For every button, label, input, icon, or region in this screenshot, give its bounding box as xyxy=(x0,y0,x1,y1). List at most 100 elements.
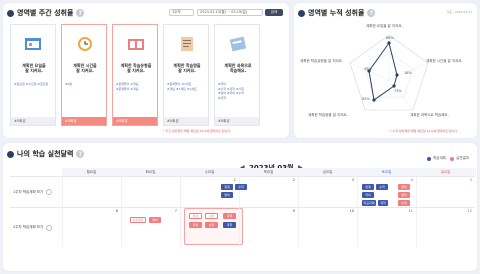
plan-chip[interactable]: 국어 xyxy=(362,192,374,198)
result-chip[interactable]: 실천결과 xyxy=(130,217,146,223)
card-foot: #0회성 xyxy=(164,117,208,125)
result-chip[interactable]: 영어 xyxy=(398,192,410,198)
radar-label: 계획한 과목으로 학습해요. xyxy=(410,113,449,117)
date-range-field[interactable]: 2023.03.13(월) ~ 03.19(일) xyxy=(197,9,263,16)
plan-chip[interactable]: 영어 xyxy=(221,192,233,198)
card-foot: #0회성 xyxy=(113,117,157,125)
selected-day-box[interactable]: 정계 수학 과학 학계 수학 과학 영어 xyxy=(184,208,243,245)
radar-point xyxy=(395,73,399,77)
title-dot-icon xyxy=(7,9,14,17)
date-number: 1 xyxy=(233,178,236,182)
result-chip[interactable]: 수학 xyxy=(398,200,410,206)
plan-chip[interactable]: 정계 xyxy=(221,184,233,190)
radar-value: 18% xyxy=(404,71,412,75)
week-select[interactable]: 3주차 xyxy=(169,9,194,16)
card-type[interactable]: 계획한 학습유형을 잘 지켜요. #문제풀이 #개념 #문제풀이 #개념 #0회… xyxy=(112,24,158,126)
week-1-plan-link[interactable]: 1주차 학습계획 보기 xyxy=(10,176,62,207)
card-tags: #월요일 #수요일 #금요일 xyxy=(14,82,49,86)
search-button[interactable]: 검색 xyxy=(265,9,283,16)
cumulative-title-text: 영역별 누적 성취율 xyxy=(308,9,365,17)
day-header-sun: 일요일 xyxy=(440,170,451,174)
cumulative-panel: 영역별 누적 성취율 ? 기준 : 2023.03.17 계획한 요일을 잘 지… xyxy=(294,3,477,138)
date-number: 5 xyxy=(469,178,472,182)
calendar-title-text: 나의 학습 실천달력 xyxy=(17,150,74,158)
date-number: 4 xyxy=(410,178,413,182)
plan-chip[interactable]: 과학 xyxy=(223,222,236,228)
day-cell[interactable]: 4 정계 수학 영어 국어 영어 학교과제 과학 수학 xyxy=(357,176,416,207)
help-icon[interactable]: ? xyxy=(76,150,85,158)
radar-label: 계획한 요일을 잘 지켜요. xyxy=(366,24,403,28)
date-number: 9 xyxy=(292,209,295,213)
plan-chip[interactable]: 학교과제 xyxy=(362,200,376,206)
day-cell[interactable]: 10 xyxy=(298,207,357,247)
legend-plan-dot xyxy=(427,156,431,161)
card-tags: #문제풀이 #개념 #문제풀이 #개념 xyxy=(116,82,139,91)
radar-label: 계획한 시간을 잘 지켜요. xyxy=(426,59,463,63)
legend-plan: 학습계획 xyxy=(427,156,446,161)
plan-chip[interactable]: 수학 xyxy=(235,184,247,190)
calendar-title: 나의 학습 실천달력 ? xyxy=(7,149,85,159)
plan-chip[interactable]: 과학 xyxy=(378,200,388,206)
calendar-icon xyxy=(25,38,41,50)
legend-result-label: 실천결과 xyxy=(456,156,469,160)
toggle-icon[interactable] xyxy=(46,189,53,195)
result-chip[interactable]: 정계 xyxy=(189,213,202,219)
radar-point xyxy=(372,98,376,102)
help-icon[interactable]: ? xyxy=(76,9,85,17)
card-foot: #0회성 xyxy=(11,117,55,125)
week-1-label: 1주차 학습계획 보기 xyxy=(13,189,44,194)
help-icon[interactable]: ? xyxy=(367,9,376,17)
radar-point xyxy=(387,41,391,45)
day-cell[interactable] xyxy=(62,176,121,207)
day-cell[interactable] xyxy=(121,176,180,207)
day-cell[interactable]: 7 실천결과 영어 xyxy=(121,207,180,247)
card-tags: #0분 xyxy=(65,82,73,86)
card-text: 계획한 시간을 잘 지켜요. xyxy=(73,63,97,73)
card-foot: #0회성 xyxy=(62,117,106,125)
radar-value: 73% xyxy=(394,89,402,93)
card-amount[interactable]: 계획한 학습량을 잘 지켜요. #문제풀이 #1세트 #개념 #1세트 #1세트… xyxy=(163,24,209,126)
card-text: 계획한 학습유형을 잘 지켜요. xyxy=(120,63,152,73)
day-cell[interactable]: 11 수학 xyxy=(357,207,416,247)
date-number: 7 xyxy=(174,209,177,213)
legend-plan-label: 학습계획 xyxy=(433,156,446,160)
card-day[interactable]: 계획한 요일을 잘 지켜요. #월요일 #수요일 #금요일 #0회성 xyxy=(10,24,56,126)
plan-chip[interactable]: 수학 xyxy=(376,184,388,190)
book-icon xyxy=(128,39,144,50)
day-cell[interactable]: 2 수학 xyxy=(239,176,298,207)
weekly-title: 영역별 주간 성취율 ? xyxy=(7,8,85,18)
result-chip[interactable]: 영어 xyxy=(149,217,161,223)
week-2-plan-link[interactable]: 2주차 학습계획 보기 xyxy=(10,207,62,247)
card-subject[interactable]: 계획한 과목으로 학습해요. #국어 #수학 #과학 #사회 #영어 #국어 #… xyxy=(214,24,260,126)
legend-result-dot xyxy=(450,156,454,161)
result-chip[interactable]: 학계 xyxy=(189,222,202,228)
result-chip[interactable]: 영어 xyxy=(398,184,410,190)
radar-label: 계획한 학습유형을 잘 지켜요. xyxy=(300,59,344,63)
card-text: 계획한 학습량을 잘 지켜요. xyxy=(173,63,201,73)
card-text: 계획한 과목으로 학습해요. xyxy=(224,63,252,73)
result-chip[interactable]: 수학 xyxy=(205,222,218,228)
day-cell[interactable]: 3 xyxy=(298,176,357,207)
day-header-tue: 화요일 xyxy=(145,170,156,174)
date-number: 2 xyxy=(292,178,295,182)
result-chip[interactable]: 수학 xyxy=(205,213,218,219)
date-number: 12 xyxy=(467,209,472,213)
card-foot: #0회성 xyxy=(215,117,259,125)
result-chip[interactable]: 과학 xyxy=(223,213,236,219)
radar-point xyxy=(392,84,396,88)
cumulative-title: 영역별 누적 성취율 ? xyxy=(298,8,376,18)
toggle-icon[interactable] xyxy=(46,224,53,231)
notebook-icon xyxy=(229,36,247,52)
day-header-fri: 금요일 xyxy=(322,170,333,174)
day-cell[interactable]: 9 xyxy=(239,207,298,247)
day-header-sat: 토요일 xyxy=(381,170,392,174)
day-cell[interactable]: 6 xyxy=(62,207,121,247)
plan-chip[interactable]: 정계 xyxy=(362,184,374,190)
date-range-value: 2023.03.13(월) ~ 03.19(일) xyxy=(200,10,248,14)
date-number: 3 xyxy=(351,178,354,182)
card-time[interactable]: 계획한 시간을 잘 지켜요. #0분 #0회성 xyxy=(61,24,107,126)
day-cell[interactable]: 5 xyxy=(416,176,475,207)
cumulative-date: 기준 : 2023.03.17 xyxy=(446,10,472,14)
day-cell[interactable]: 12 xyxy=(416,207,475,247)
week-2-label: 2주차 학습계획 보기 xyxy=(13,225,44,229)
